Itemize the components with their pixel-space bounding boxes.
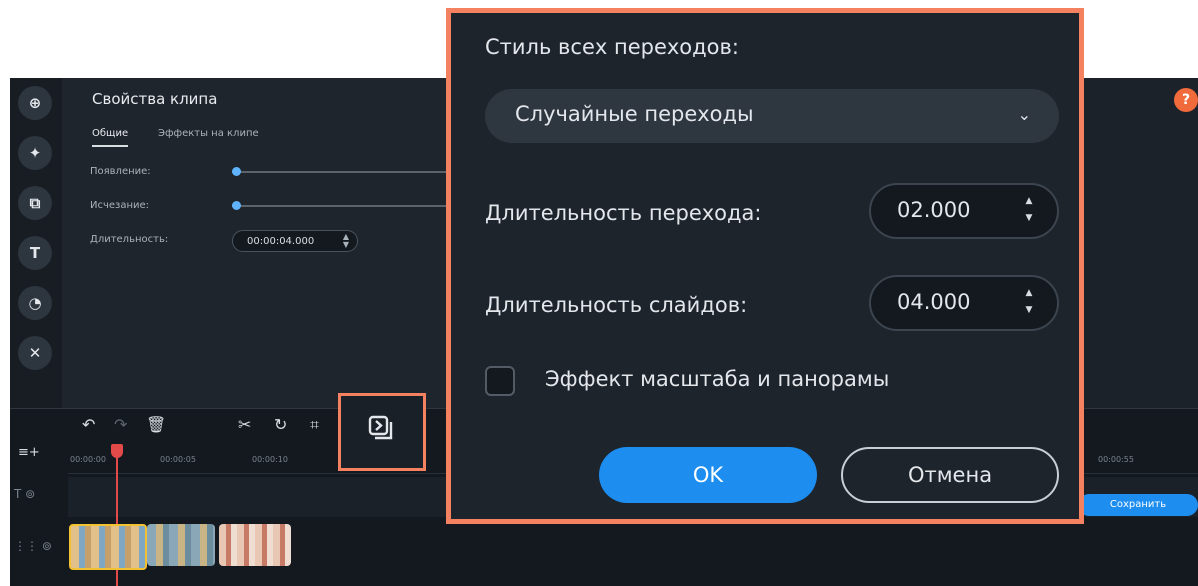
magic-wand-icon[interactable]: ✦ bbox=[18, 136, 52, 170]
redo-icon[interactable]: ↷ bbox=[114, 415, 127, 434]
transition-wizard-icon bbox=[368, 415, 393, 440]
add-track-icon[interactable]: ≡+ bbox=[18, 445, 40, 460]
slide-duration-label: Длительность слайдов: bbox=[485, 293, 748, 317]
ok-button[interactable]: OK bbox=[599, 447, 817, 503]
style-label: Стиль всех переходов: bbox=[485, 35, 739, 59]
zoom-pan-label[interactable]: Эффект масштаба и панорамы bbox=[545, 367, 889, 391]
transition-duration-field[interactable]: 02.000 ▲ ▼ bbox=[869, 183, 1059, 239]
video-clip-1[interactable] bbox=[69, 524, 147, 570]
slide-duration-stepper[interactable]: ▲ ▼ bbox=[1023, 285, 1035, 319]
duration-label: Длительность: bbox=[90, 234, 169, 245]
ruler-tick: 00:00:55 bbox=[1098, 455, 1134, 464]
rotate-icon[interactable]: ↻ bbox=[274, 415, 287, 434]
import-icon[interactable]: ⊕ bbox=[18, 86, 52, 120]
transition-duration-label: Длительность перехода: bbox=[485, 201, 762, 225]
video-clip-3[interactable] bbox=[219, 524, 291, 566]
fade-slider-thumb[interactable] bbox=[232, 201, 241, 210]
cut-icon[interactable]: ✂ bbox=[238, 415, 251, 434]
cancel-button[interactable]: Отмена bbox=[841, 447, 1059, 503]
transition-wizard-button[interactable] bbox=[338, 393, 426, 471]
delete-icon[interactable]: 🗑 bbox=[146, 415, 166, 434]
transition-wizard-dialog: Стиль всех переходов: Случайные переходы… bbox=[446, 8, 1084, 524]
transitions-icon[interactable]: ⧉ bbox=[18, 186, 52, 220]
transition-duration-stepper[interactable]: ▲ ▼ bbox=[1023, 193, 1035, 227]
tab-general[interactable]: Общие bbox=[92, 128, 129, 147]
duration-stepper[interactable]: ▲ ▼ bbox=[343, 233, 349, 249]
duration-value: 00:00:04.000 bbox=[247, 236, 315, 247]
video-clip-2[interactable] bbox=[147, 524, 215, 566]
playhead-handle[interactable] bbox=[111, 444, 123, 458]
fade-label: Исчезание: bbox=[90, 200, 150, 211]
video-track-icon: ⋮⋮ ⊚ bbox=[14, 539, 52, 553]
appearance-slider-thumb[interactable] bbox=[232, 167, 241, 176]
duration-field[interactable]: 00:00:04.000 ▲ ▼ bbox=[232, 230, 358, 252]
tab-clip-effects[interactable]: Эффекты на клипе bbox=[158, 128, 259, 139]
save-button[interactable]: Сохранить bbox=[1078, 494, 1198, 516]
transition-style-dropdown[interactable]: Случайные переходы ⌄ bbox=[485, 89, 1059, 143]
clip-properties-title: Свойства клипа bbox=[92, 90, 218, 108]
chevron-down-icon: ⌄ bbox=[1017, 105, 1031, 124]
left-toolbar: ⊕ ✦ ⧉ T ◔ ✕ bbox=[10, 78, 62, 408]
tools-icon[interactable]: ✕ bbox=[18, 336, 52, 370]
transition-duration-value: 02.000 bbox=[897, 198, 971, 222]
titles-icon[interactable]: T bbox=[18, 236, 52, 270]
slide-duration-field[interactable]: 04.000 ▲ ▼ bbox=[869, 275, 1059, 331]
undo-icon[interactable]: ↶ bbox=[82, 415, 95, 434]
zoom-pan-checkbox[interactable] bbox=[485, 366, 515, 396]
ruler-tick: 00:00:05 bbox=[160, 455, 196, 464]
slide-duration-value: 04.000 bbox=[897, 290, 971, 314]
ruler-tick: 00:00:10 bbox=[252, 455, 288, 464]
crop-icon[interactable]: ⌗ bbox=[310, 415, 319, 435]
title-track-icon: T ⊚ bbox=[14, 487, 36, 501]
stickers-icon[interactable]: ◔ bbox=[18, 286, 52, 320]
ruler-tick: 00:00:00 bbox=[70, 455, 106, 464]
transition-style-value: Случайные переходы bbox=[515, 102, 754, 126]
appearance-label: Появление: bbox=[90, 166, 151, 177]
help-button[interactable]: ? bbox=[1174, 88, 1198, 112]
